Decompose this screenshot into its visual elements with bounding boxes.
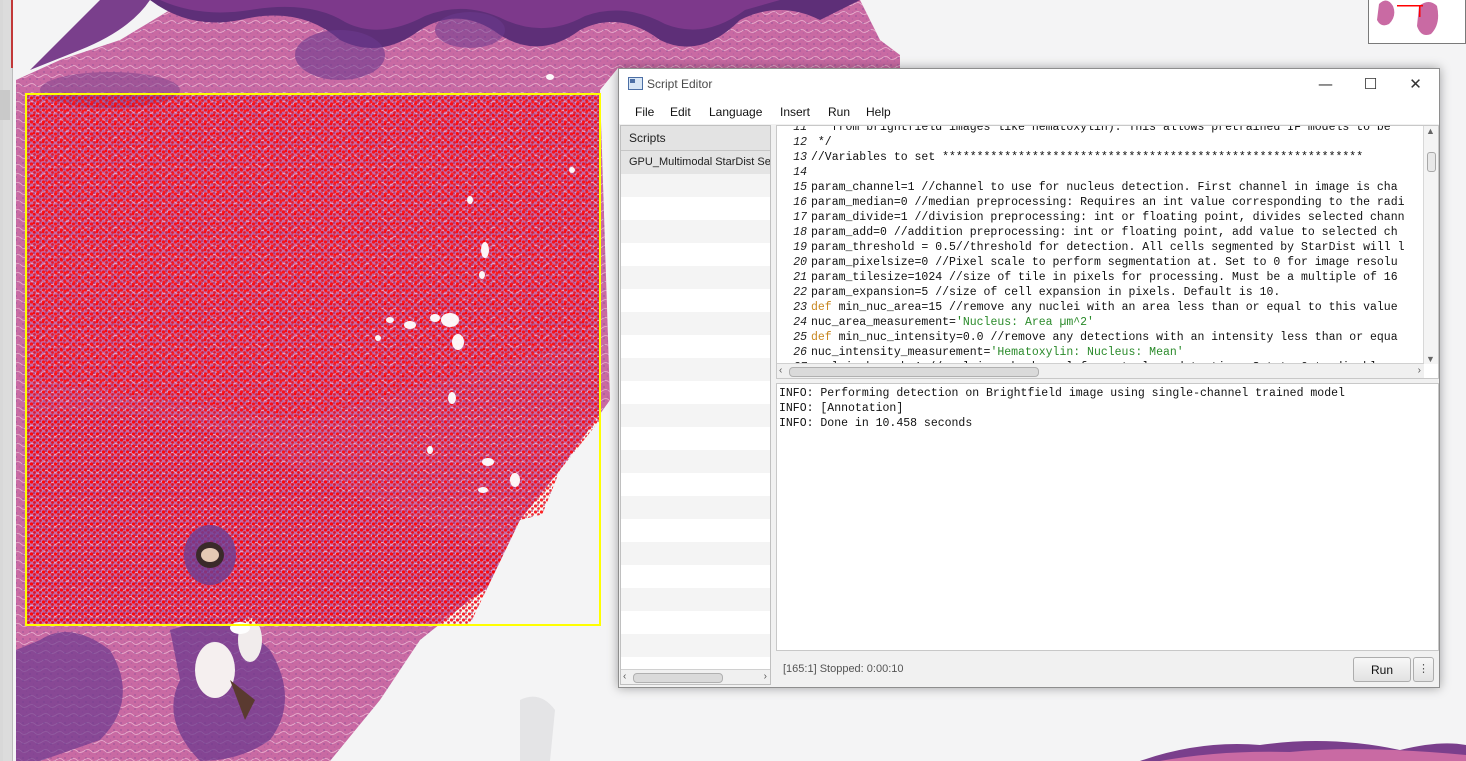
code-editor[interactable]: 11 * from brightfield images like hemato… [776, 125, 1439, 379]
code-line[interactable]: 25 def min_nuc_intensity=0.0 //remove any… [777, 330, 1422, 345]
console-line: INFO: [Annotation] [779, 402, 904, 415]
console-line: INFO: Done in 10.458 seconds [779, 417, 973, 430]
menu-insert[interactable]: Insert [780, 105, 810, 119]
code-keyword: def [811, 331, 832, 344]
console-output[interactable]: INFO: Performing detection on Brightfiel… [776, 383, 1439, 651]
scripts-header: Scripts [621, 126, 770, 151]
code-token: param_add=0 //addition preprocessing: in… [811, 226, 1398, 239]
overview-thumbnail[interactable] [1368, 0, 1466, 44]
scroll-left-icon[interactable]: ‹ [779, 364, 782, 377]
code-token: min_nuc_area=15 //remove any nuclei with… [831, 301, 1398, 314]
code-token: param_median=0 //median preprocessing: R… [811, 196, 1405, 209]
line-number: 20 [793, 256, 807, 269]
menu-file[interactable]: File [635, 105, 654, 119]
window-title: Script Editor [647, 77, 713, 91]
code-line[interactable]: 12 */ [777, 135, 1422, 150]
line-number: 15 [793, 181, 807, 194]
line-number: 26 [793, 346, 807, 359]
scrollbar-thumb[interactable] [1427, 152, 1436, 172]
code-token: //Variables to set *********************… [811, 151, 1364, 164]
menu-help[interactable]: Help [866, 105, 891, 119]
line-number: 22 [793, 286, 807, 299]
console-line: INFO: Performing detection on Brightfiel… [779, 387, 1345, 400]
code-line[interactable]: 14 [777, 165, 1422, 180]
scroll-left-icon[interactable]: ‹ [623, 670, 626, 683]
scrollbar-thumb[interactable] [633, 673, 723, 683]
line-number: 12 [793, 136, 807, 149]
status-text: [165:1] Stopped: 0:00:10 [783, 663, 904, 675]
code-line[interactable]: 16 param_median=0 //median preprocessing:… [777, 195, 1422, 210]
app-icon [628, 77, 643, 90]
code-string: 'Hematoxylin: Nucleus: Mean' [990, 346, 1184, 359]
run-options-icon[interactable]: ⋮ [1413, 657, 1434, 682]
code-keyword: def [811, 301, 832, 314]
code-token: */ [811, 136, 832, 149]
code-line[interactable]: 11 * from brightfield images like hemato… [777, 125, 1422, 135]
menu-run[interactable]: Run [828, 105, 850, 119]
viewer-left-toolbar [0, 0, 13, 761]
code-token: param_tilesize=1024 //size of tile in pi… [811, 271, 1398, 284]
code-token: param_threshold = 0.5//threshold for det… [811, 241, 1405, 254]
code-token: nuc_intensity_measurement= [811, 346, 991, 359]
overview-image [1377, 0, 1439, 35]
scroll-up-icon[interactable]: ▲ [1426, 126, 1435, 136]
line-number: 13 [793, 151, 807, 164]
line-number: 23 [793, 301, 807, 314]
code-line[interactable]: 23 def min_nuc_area=15 //remove any nucle… [777, 300, 1422, 315]
line-number: 19 [793, 241, 807, 254]
code-line[interactable]: 24 nuc_area_measurement='Nucleus: Area µm… [777, 315, 1422, 330]
scrollbar-thumb[interactable] [789, 367, 1039, 377]
line-number: 24 [793, 316, 807, 329]
console-text: INFO: Performing detection on Brightfiel… [779, 386, 1345, 431]
code-line[interactable]: 17 param_divide=1 //division preprocessin… [777, 210, 1422, 225]
maximize-button[interactable]: ☐ [1348, 69, 1393, 99]
code-line[interactable]: 22 param_expansion=5 //size of cell expan… [777, 285, 1422, 300]
code-vertical-scrollbar[interactable]: ▲ ▼ [1423, 126, 1438, 364]
code-text[interactable]: 11 * from brightfield images like hemato… [777, 125, 1422, 375]
line-number: 11 [793, 125, 807, 134]
line-number: 25 [793, 331, 807, 344]
code-token: param_pixelsize=0 //Pixel scale to perfo… [811, 256, 1398, 269]
code-token: min_nuc_intensity=0.0 //remove any detec… [831, 331, 1398, 344]
line-number: 14 [793, 166, 807, 179]
code-line[interactable]: 15 param_channel=1 //channel to use for n… [777, 180, 1422, 195]
code-token: param_channel=1 //channel to use for nuc… [811, 181, 1398, 194]
title-bar[interactable]: Script Editor — ☐ ✕ [619, 69, 1439, 99]
code-line[interactable]: 13 //Variables to set *******************… [777, 150, 1422, 165]
menu-edit[interactable]: Edit [670, 105, 691, 119]
line-number: 17 [793, 211, 807, 224]
scroll-down-icon[interactable]: ▼ [1426, 354, 1435, 364]
scripts-horizontal-scrollbar[interactable]: ‹ › [621, 669, 770, 684]
menu-bar: File Edit Language Insert Run Help [619, 99, 1439, 124]
scroll-right-icon[interactable]: › [1418, 364, 1421, 377]
line-number: 18 [793, 226, 807, 239]
code-line[interactable]: 18 param_add=0 //addition preprocessing: … [777, 225, 1422, 240]
code-line[interactable]: 26 nuc_intensity_measurement='Hematoxylin… [777, 345, 1422, 360]
run-button[interactable]: Run [1353, 657, 1411, 682]
minimize-button[interactable]: — [1303, 69, 1348, 99]
code-horizontal-scrollbar[interactable]: ‹ › [777, 363, 1424, 378]
menu-language[interactable]: Language [709, 105, 762, 119]
script-list-item[interactable]: GPU_Multimodal StarDist Segmentation [621, 151, 770, 174]
code-line[interactable]: 19 param_threshold = 0.5//threshold for d… [777, 240, 1422, 255]
code-line[interactable]: 21 param_tilesize=1024 //size of tile in … [777, 270, 1422, 285]
scroll-right-icon[interactable]: › [764, 670, 767, 683]
line-number: 16 [793, 196, 807, 209]
code-token: * from brightfield images like hematoxyl… [811, 125, 1398, 134]
script-editor-window[interactable]: Script Editor — ☐ ✕ File Edit Language I… [618, 68, 1440, 688]
scripts-list-panel: Scripts GPU_Multimodal StarDist Segmenta… [620, 125, 771, 685]
line-number: 21 [793, 271, 807, 284]
code-string: 'Nucleus: Area µm^2' [955, 316, 1094, 329]
code-token: nuc_area_measurement= [811, 316, 956, 329]
status-bar: [165:1] Stopped: 0:00:10 Run ⋮ [776, 653, 1439, 685]
close-button[interactable]: ✕ [1393, 69, 1438, 99]
code-token: param_divide=1 //division preprocessing:… [811, 211, 1405, 224]
code-line[interactable]: 20 param_pixelsize=0 //Pixel scale to per… [777, 255, 1422, 270]
code-token: param_expansion=5 //size of cell expansi… [811, 286, 1281, 299]
